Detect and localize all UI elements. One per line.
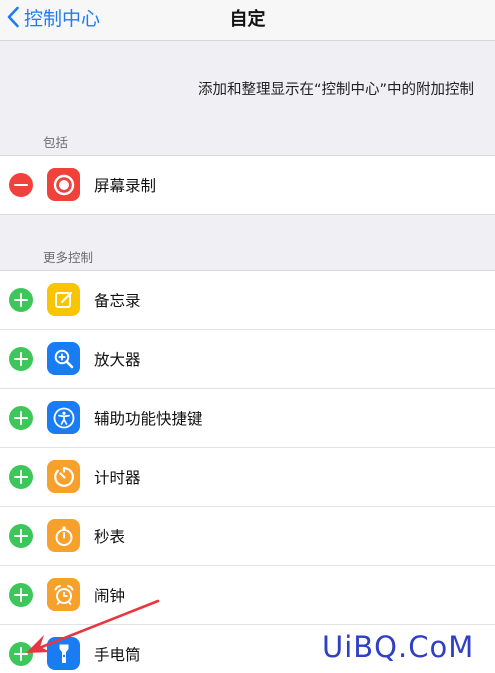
magnifier-icon	[47, 342, 80, 375]
control-label: 备忘录	[94, 292, 141, 310]
remove-button[interactable]	[9, 173, 33, 197]
add-button[interactable]	[9, 465, 33, 489]
page-title: 自定	[229, 9, 266, 30]
page: 控制中心 自定 添加和整理显示在“控制中心”中的附加控制 包括 屏幕录制 更多控…	[0, 0, 495, 673]
accessibility-icon	[47, 401, 80, 434]
add-button[interactable]	[9, 288, 33, 312]
record-icon	[47, 168, 80, 201]
description-text: 添加和整理显示在“控制中心”中的附加控制	[198, 82, 475, 98]
control-label: 闹钟	[94, 587, 126, 605]
section-header-more: 更多控制	[43, 250, 94, 265]
plus-icon-v	[19, 529, 23, 543]
section-header-included: 包括	[43, 135, 69, 150]
plus-icon-v	[19, 293, 23, 307]
stopwatch-icon	[47, 519, 80, 552]
plus-icon-v	[19, 647, 23, 661]
control-row-alarm[interactable]: 闹钟	[0, 565, 495, 624]
control-row-accessibility[interactable]: 辅助功能快捷键	[0, 388, 495, 447]
timer-icon	[47, 460, 80, 493]
control-row-stopwatch[interactable]: 秒表	[0, 506, 495, 565]
control-row-magnifier[interactable]: 放大器	[0, 329, 495, 388]
plus-icon-v	[19, 352, 23, 366]
watermark: UiBQ.CoM	[322, 630, 475, 664]
control-label: 秒表	[94, 528, 126, 546]
control-label: 手电筒	[94, 646, 141, 664]
plus-icon-v	[19, 588, 23, 602]
plus-icon-v	[19, 470, 23, 484]
control-label: 屏幕录制	[94, 177, 157, 195]
alarm-icon	[47, 578, 80, 611]
control-row-notes[interactable]: 备忘录	[0, 271, 495, 329]
notes-icon	[47, 283, 80, 316]
add-button[interactable]	[9, 642, 33, 666]
more-controls-group: 备忘录 放大器 辅助功能快捷键 计时器 秒表 闹钟 手电筒	[0, 270, 495, 673]
included-controls-group: 屏幕录制	[0, 155, 495, 215]
minus-icon	[14, 184, 28, 187]
control-row-screen-recording[interactable]: 屏幕录制	[0, 156, 495, 214]
control-label: 辅助功能快捷键	[94, 410, 203, 428]
control-label: 放大器	[94, 351, 141, 369]
navigation-bar: 控制中心 自定	[0, 0, 495, 41]
add-button[interactable]	[9, 583, 33, 607]
control-row-timer[interactable]: 计时器	[0, 447, 495, 506]
add-button[interactable]	[9, 406, 33, 430]
add-button[interactable]	[9, 347, 33, 371]
plus-icon-v	[19, 411, 23, 425]
add-button[interactable]	[9, 524, 33, 548]
flashlight-icon	[47, 637, 80, 670]
control-label: 计时器	[94, 469, 141, 487]
